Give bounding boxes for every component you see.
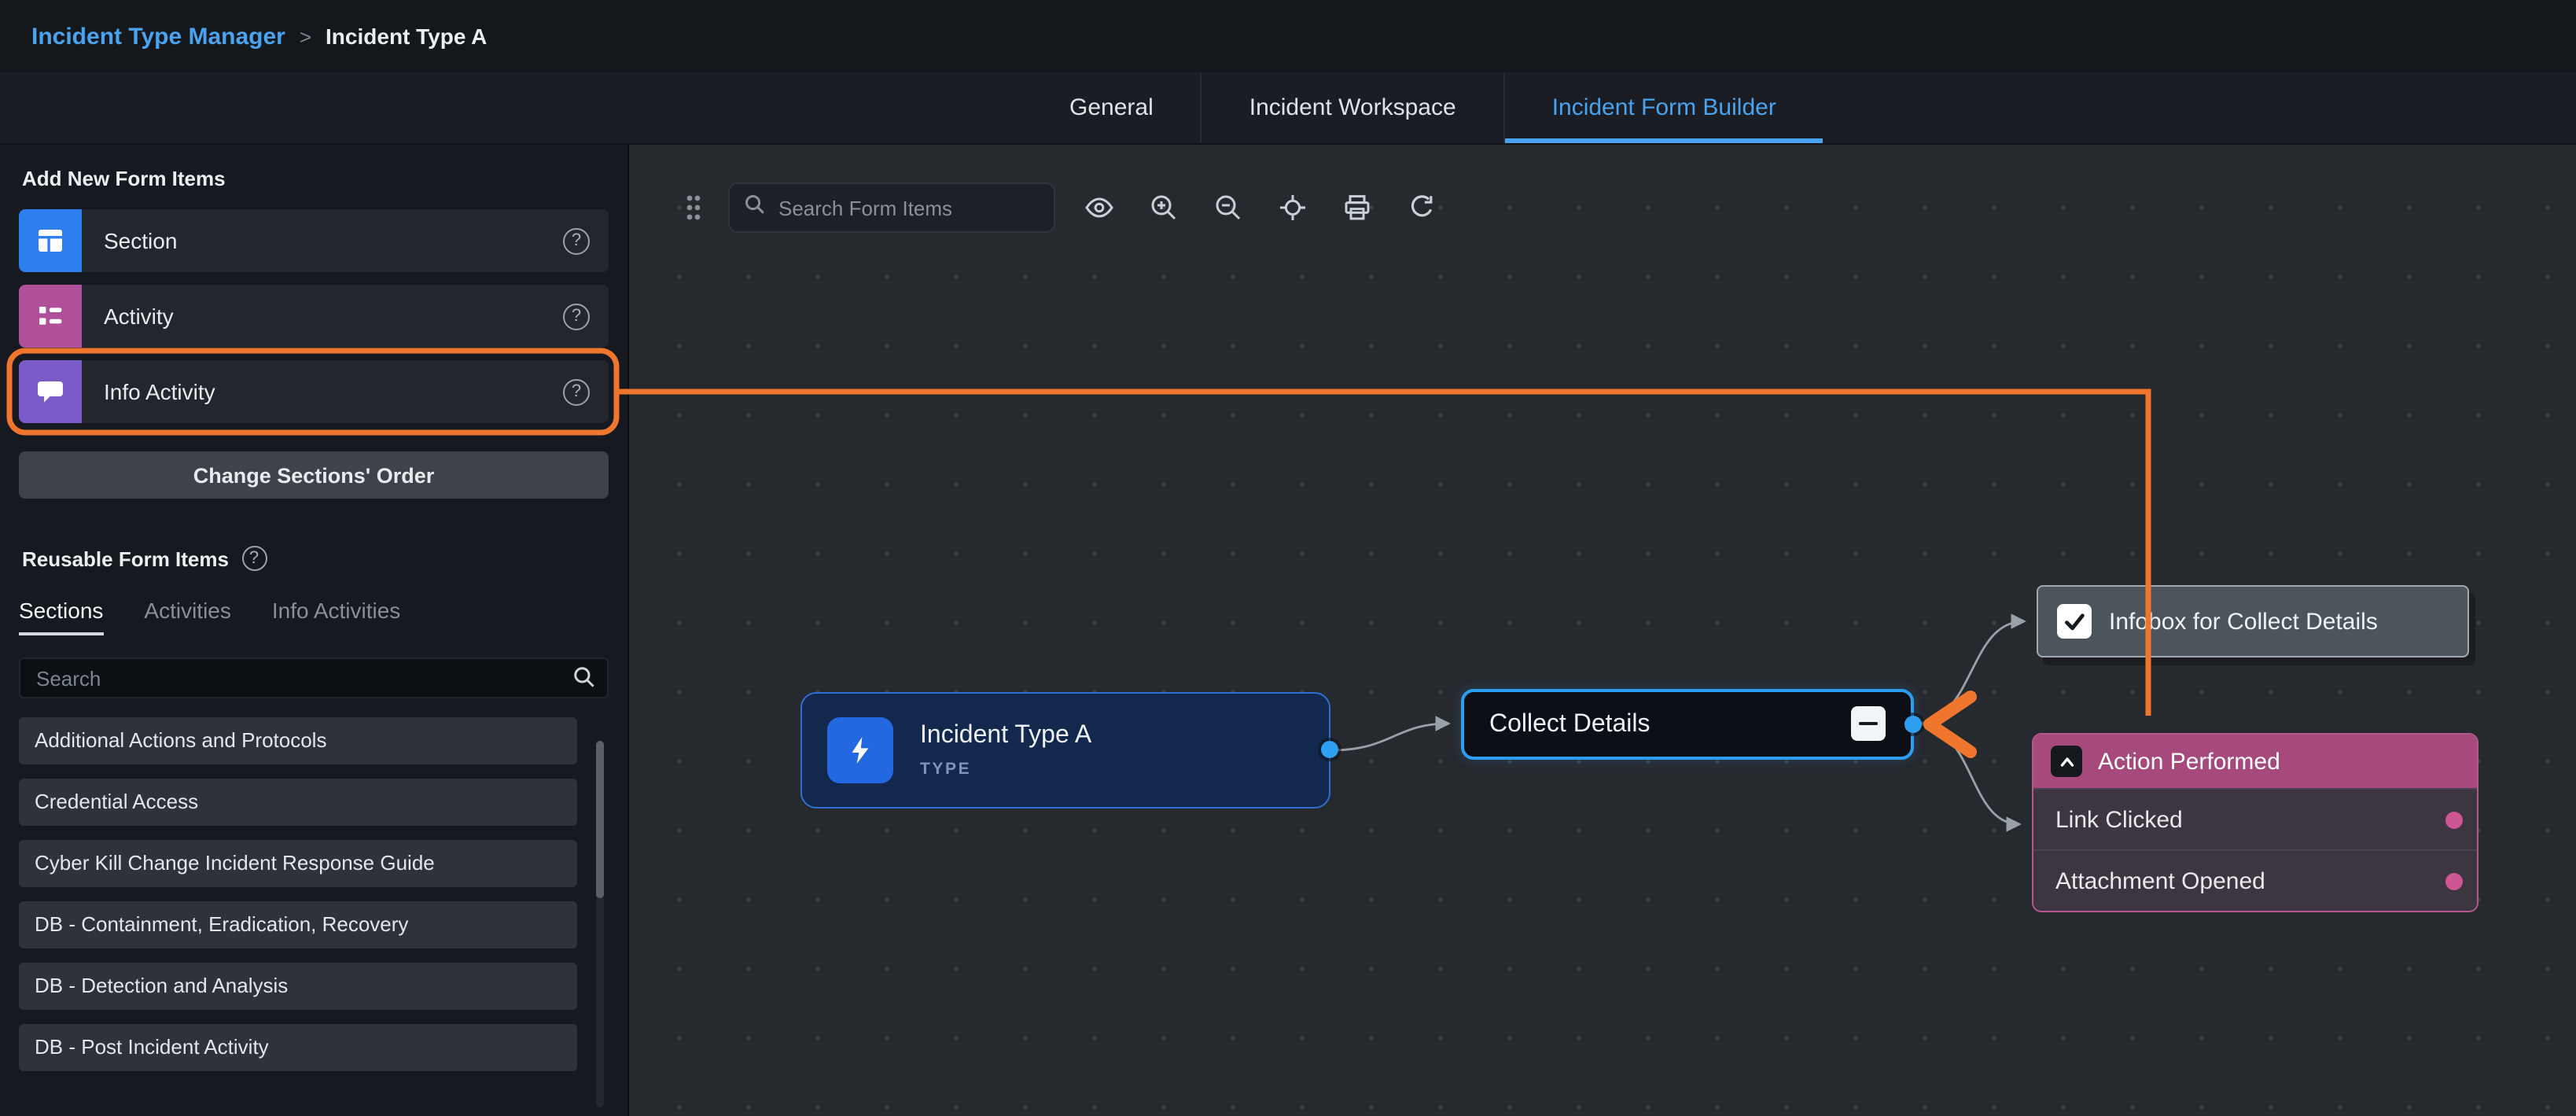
info-activity-label: Info Activity [104,379,215,404]
tab-incident-form-builder[interactable]: Incident Form Builder [1503,72,1823,143]
incident-type-output-port[interactable] [1321,741,1338,758]
activity-help-icon[interactable]: ? [563,303,590,330]
search-icon [572,665,596,697]
action-row-label: Attachment Opened [2055,867,2265,894]
action-row-label: Link Clicked [2055,806,2183,833]
incident-type-node[interactable]: Incident Type A TYPE [800,692,1330,808]
list-item[interactable]: DB - Detection and Analysis [19,963,577,1010]
tab-incident-workspace[interactable]: Incident Workspace [1201,72,1503,143]
action-performed-title: Action Performed [2098,748,2280,775]
change-sections-order-button[interactable]: Change Sections' Order [19,451,609,499]
list-item[interactable]: Credential Access [19,779,577,826]
section-help-icon[interactable]: ? [563,227,590,254]
search-icon [744,193,766,223]
infobox-node[interactable]: Infobox for Collect Details [2037,585,2469,657]
zoom-in-button[interactable] [1143,187,1184,228]
canvas-search-box [728,182,1055,233]
breadcrumb-separator: > [300,24,311,48]
infobox-title: Infobox for Collect Details [2109,608,2378,635]
incident-type-node-subtitle: TYPE [920,760,1091,779]
minus-icon [1859,721,1878,725]
form-item-type-info-activity[interactable]: Info Activity ? [19,360,609,423]
form-builder-canvas[interactable]: Incident Type A TYPE Collect Details Inf… [629,145,2576,1116]
form-item-type-activity[interactable]: Activity ? [19,285,609,348]
reusable-help-icon[interactable]: ? [241,546,267,571]
drag-handle-icon[interactable] [683,192,705,223]
output-port[interactable] [2445,872,2463,889]
canvas-search-input[interactable] [775,194,1054,221]
lightning-icon [827,717,893,783]
reusable-form-items-heading: Reusable Form Items [22,547,229,570]
print-button[interactable] [1337,187,1378,228]
reusable-tabs: Sections Activities Info Activities [19,598,609,635]
add-new-form-items-heading: Add New Form Items [22,167,609,190]
section-icon [19,209,82,272]
info-activity-icon [19,360,82,423]
action-row-link-clicked[interactable]: Link Clicked [2033,788,2477,849]
checkbox-icon [2057,604,2092,639]
chevron-up-icon [2051,746,2082,777]
list-item[interactable]: Additional Actions and Protocols [19,717,577,764]
form-items-sidebar: Add New Form Items Section ? Activity ? … [0,145,629,1116]
preview-eye-button[interactable] [1079,187,1120,228]
top-bar: Incident Type Manager > Incident Type A [0,0,2576,72]
collect-details-title: Collect Details [1489,710,1650,738]
list-item[interactable]: DB - Containment, Eradication, Recovery [19,901,577,948]
info-activity-help-icon[interactable]: ? [563,378,590,405]
tab-activities[interactable]: Activities [144,598,230,635]
refresh-button[interactable] [1401,187,1442,228]
action-performed-node[interactable]: Action Performed Link Clicked Attachment… [2032,733,2478,912]
activity-label: Activity [104,304,174,329]
main-tab-bar: General Incident Workspace Incident Form… [0,72,2576,145]
canvas-toolbar [683,179,1442,236]
list-scrollbar-thumb[interactable] [596,741,604,898]
tab-group: General Incident Workspace Incident Form… [1022,72,1823,145]
form-item-type-section[interactable]: Section ? [19,209,609,272]
sidebar-search [19,657,609,698]
incident-type-node-title: Incident Type A [920,722,1091,750]
action-performed-header: Action Performed [2033,735,2477,788]
incident-type-node-text: Incident Type A TYPE [920,722,1091,779]
zoom-out-button[interactable] [1208,187,1249,228]
reusable-form-items-header: Reusable Form Items ? [19,546,609,571]
tab-sections[interactable]: Sections [19,598,103,635]
tab-info-activities[interactable]: Info Activities [272,598,400,635]
breadcrumb-root-link[interactable]: Incident Type Manager [31,23,285,50]
list-scrollbar [596,741,604,1107]
action-row-attachment-opened[interactable]: Attachment Opened [2033,849,2477,911]
fit-view-button[interactable] [1272,187,1313,228]
incident-type-manager-app: Incident Type Manager > Incident Type A … [0,0,2576,1116]
reusable-sections-list: Additional Actions and Protocols Credent… [19,717,609,1071]
collect-details-node[interactable]: Collect Details [1461,689,1914,760]
breadcrumb-current: Incident Type A [326,24,487,49]
collect-details-output-port[interactable] [1904,716,1922,733]
tab-general[interactable]: General [1022,72,1201,143]
collapse-node-button[interactable] [1851,706,1886,741]
list-item[interactable]: Cyber Kill Change Incident Response Guid… [19,840,577,887]
activity-icon [19,285,82,348]
list-item[interactable]: DB - Post Incident Activity [19,1024,577,1071]
output-port[interactable] [2445,811,2463,828]
section-label: Section [104,228,177,253]
sidebar-search-input[interactable] [19,657,609,698]
